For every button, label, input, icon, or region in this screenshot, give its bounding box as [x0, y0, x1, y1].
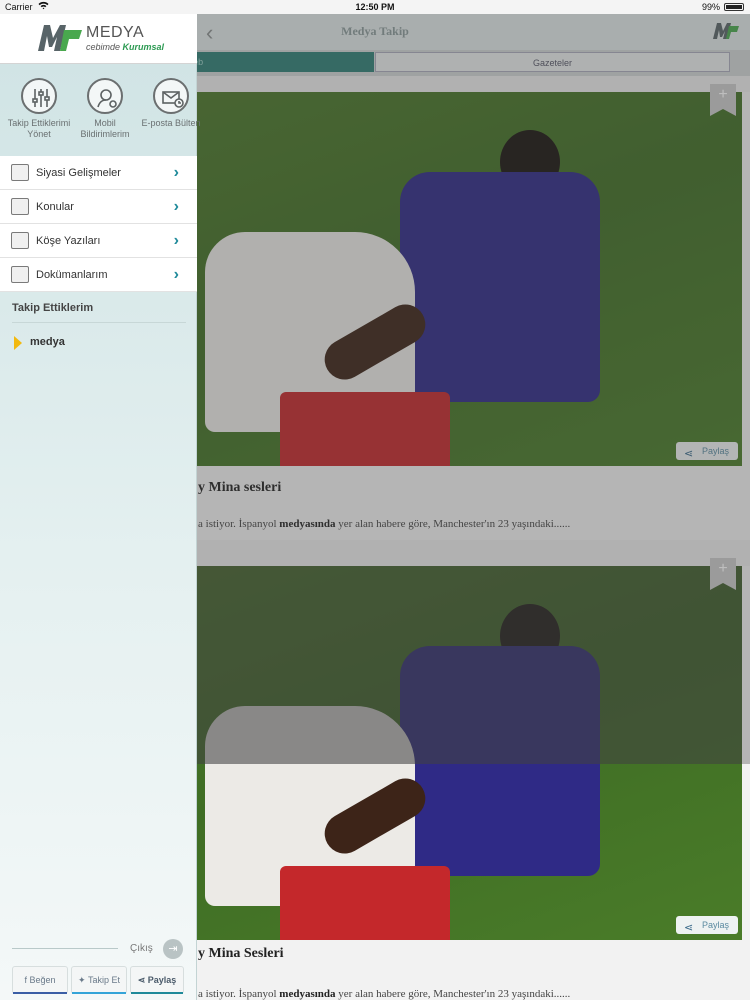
photo-figure	[280, 866, 450, 940]
share-button[interactable]: ⋖ Paylaş	[676, 916, 738, 934]
follows-heading: Takip Ettiklerim	[12, 302, 94, 314]
status-bar: Carrier 12:50 PM 99%	[0, 0, 750, 14]
chevron-right-icon: ›	[173, 164, 179, 181]
menu-list: Siyasi Gelişmeler › Konular › Köşe Yazıl…	[0, 156, 197, 292]
article-snippet: a istiyor. İspanyol medyasında yer alan …	[198, 988, 570, 1000]
plus-icon: +	[718, 560, 728, 577]
photo-figure	[400, 172, 600, 402]
follow-button[interactable]: ✦ Takip Et	[71, 966, 127, 994]
photo-figure	[280, 392, 450, 466]
mail-clock-icon	[153, 78, 189, 114]
quick-label: Mobil Bildirimlerim	[80, 118, 130, 139]
sliders-icon	[21, 78, 57, 114]
document-icon	[11, 198, 29, 215]
share-button[interactable]: ⋖ Paylaş	[676, 442, 738, 460]
like-label: Beğen	[29, 975, 56, 985]
menu-item-siyasi-gelismeler[interactable]: Siyasi Gelişmeler ›	[0, 156, 197, 190]
share-app-label: Paylaş	[147, 975, 177, 985]
snippet-prefix: a istiyor. İspanyol	[198, 518, 280, 530]
pen-icon	[11, 232, 29, 249]
like-button[interactable]: f Beğen	[12, 966, 68, 994]
clock: 12:50 PM	[355, 2, 395, 12]
follow-item-label: medya	[30, 336, 65, 348]
email-bulletin-button[interactable]: E-posta Bülten	[138, 78, 204, 129]
chevron-right-icon: ›	[173, 266, 179, 283]
menu-item-kose-yazilari[interactable]: Köşe Yazıları ›	[0, 224, 197, 258]
article-title[interactable]: y Mina Sesleri	[198, 946, 284, 962]
menu-item-label: Siyasi Gelişmeler	[36, 167, 121, 179]
brand-tagline: cebimde Kurumsal	[86, 42, 164, 52]
user-gear-icon	[87, 78, 123, 114]
snippet-highlight: medyasında	[279, 518, 336, 530]
divider	[12, 322, 186, 323]
chevron-right-icon: ›	[173, 232, 179, 249]
follow-label: Takip Et	[87, 975, 120, 985]
manage-follows-button[interactable]: Takip Ettiklerimi Yönet	[6, 78, 72, 140]
selected-marker-icon	[14, 336, 22, 350]
chevron-right-icon: ›	[173, 198, 179, 215]
brand-header: MEDYA cebimde Kurumsal	[0, 14, 197, 64]
accent-bar	[131, 992, 183, 994]
snippet-prefix: a istiyor. İspanyol	[198, 988, 280, 1000]
brand-name: MEDYA	[86, 24, 145, 41]
share-icon: ⋖	[684, 448, 694, 460]
building-icon	[11, 164, 29, 181]
plus-icon: +	[718, 86, 728, 103]
tab-gazeteler[interactable]: Gazeteler	[375, 52, 730, 72]
share-icon: ⋖	[684, 922, 694, 934]
twitter-icon: ✦	[78, 975, 86, 985]
app-root: Carrier 12:50 PM 99% ‹ Medya Takip Web G…	[0, 0, 750, 1000]
battery-percent: 99%	[701, 2, 720, 12]
quick-label: Takip Ettiklerimi Yönet	[7, 118, 71, 139]
menu-item-dokumanlarim[interactable]: Dokümanlarım ›	[0, 258, 197, 292]
snippet-suffix: yer alan habere göre, Manchester'ın 23 y…	[335, 518, 571, 530]
snippet-highlight: medyasında	[279, 988, 336, 1000]
brand-tagline-accent: Kurumsal	[122, 42, 165, 52]
share-label: Paylaş	[702, 920, 730, 930]
divider	[12, 948, 118, 949]
accent-bar	[13, 992, 67, 994]
menu-item-konular[interactable]: Konular ›	[0, 190, 197, 224]
accent-bar	[72, 992, 126, 994]
logout-label[interactable]: Çıkış	[130, 943, 153, 954]
menu-item-label: Konular	[36, 201, 74, 213]
share-app-button[interactable]: ⋖ Paylaş	[130, 966, 184, 994]
share-icon: ⋖	[137, 975, 146, 985]
logout-icon[interactable]: ⇥	[163, 939, 183, 959]
book-icon	[11, 266, 29, 283]
menu-item-label: Dokümanlarım	[36, 269, 108, 281]
quick-label: E-posta Bülten	[141, 118, 201, 128]
facebook-icon: f	[24, 975, 27, 985]
menu-item-label: Köşe Yazıları	[36, 235, 101, 247]
article-title[interactable]: y Mina sesleri	[198, 480, 281, 496]
article-snippet: a istiyor. İspanyol medyasında yer alan …	[198, 518, 570, 530]
brand-logo-icon	[38, 25, 82, 51]
snippet-suffix: yer alan habere göre, Manchester'ın 23 y…	[335, 988, 571, 1000]
brand-tagline-prefix: cebimde	[86, 42, 121, 52]
share-label: Paylaş	[702, 446, 730, 456]
side-menu: MEDYA cebimde Kurumsal Takip Ettiklerimi…	[0, 14, 201, 1000]
battery-icon	[724, 3, 744, 11]
app-logo-icon	[713, 23, 739, 39]
mobile-notifications-button[interactable]: Mobil Bildirimlerim	[72, 78, 138, 140]
